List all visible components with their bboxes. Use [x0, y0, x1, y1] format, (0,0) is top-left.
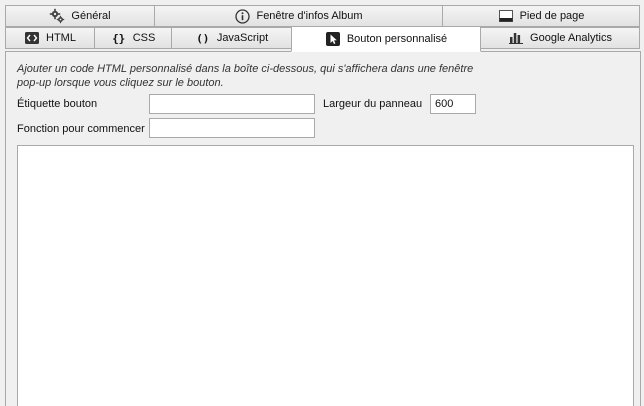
- button-label-input[interactable]: [149, 94, 315, 114]
- description-text: Ajouter un code HTML personnalisé dans l…: [17, 63, 474, 89]
- tab-album-info[interactable]: Fenêtre d'infos Album: [154, 5, 443, 27]
- tab-google-analytics[interactable]: Google Analytics: [480, 27, 640, 49]
- tab-label: Bouton personnalisé: [346, 33, 448, 45]
- tab-label: Pied de page: [519, 10, 585, 22]
- bar-chart-icon: [508, 31, 524, 45]
- tab-footer[interactable]: Pied de page: [442, 5, 640, 27]
- braces-icon: {}: [112, 31, 126, 45]
- parentheses-icon: (): [196, 31, 210, 45]
- tab-label: Général: [71, 10, 111, 22]
- tab-label: JavaScript: [216, 32, 269, 44]
- button-label-label: Étiquette bouton: [17, 98, 98, 110]
- panel-width-label: Largeur du panneau: [323, 98, 423, 110]
- start-function-label: Fonction pour commencer: [17, 123, 145, 135]
- tab-javascript[interactable]: () JavaScript: [171, 27, 292, 49]
- panel-width-input[interactable]: 600: [430, 94, 476, 114]
- info-icon: [234, 8, 250, 24]
- tab-html[interactable]: HTML: [5, 27, 95, 49]
- tab-label: CSS: [132, 32, 156, 44]
- footer-icon: [498, 9, 514, 23]
- start-function-input[interactable]: [149, 118, 315, 138]
- tab-custom-button[interactable]: Bouton personnalisé: [291, 26, 481, 52]
- custom-button-panel: Ajouter un code HTML personnalisé dans l…: [5, 51, 641, 406]
- cursor-icon: [325, 32, 341, 46]
- tab-css[interactable]: {} CSS: [94, 27, 172, 49]
- code-icon: [24, 31, 40, 45]
- html-code-editor[interactable]: [17, 145, 634, 406]
- tab-label: Google Analytics: [530, 32, 612, 44]
- tab-label: HTML: [46, 32, 76, 44]
- gear-icon: [49, 8, 65, 24]
- tab-general[interactable]: Général: [5, 5, 155, 27]
- tab-label: Fenêtre d'infos Album: [256, 10, 363, 22]
